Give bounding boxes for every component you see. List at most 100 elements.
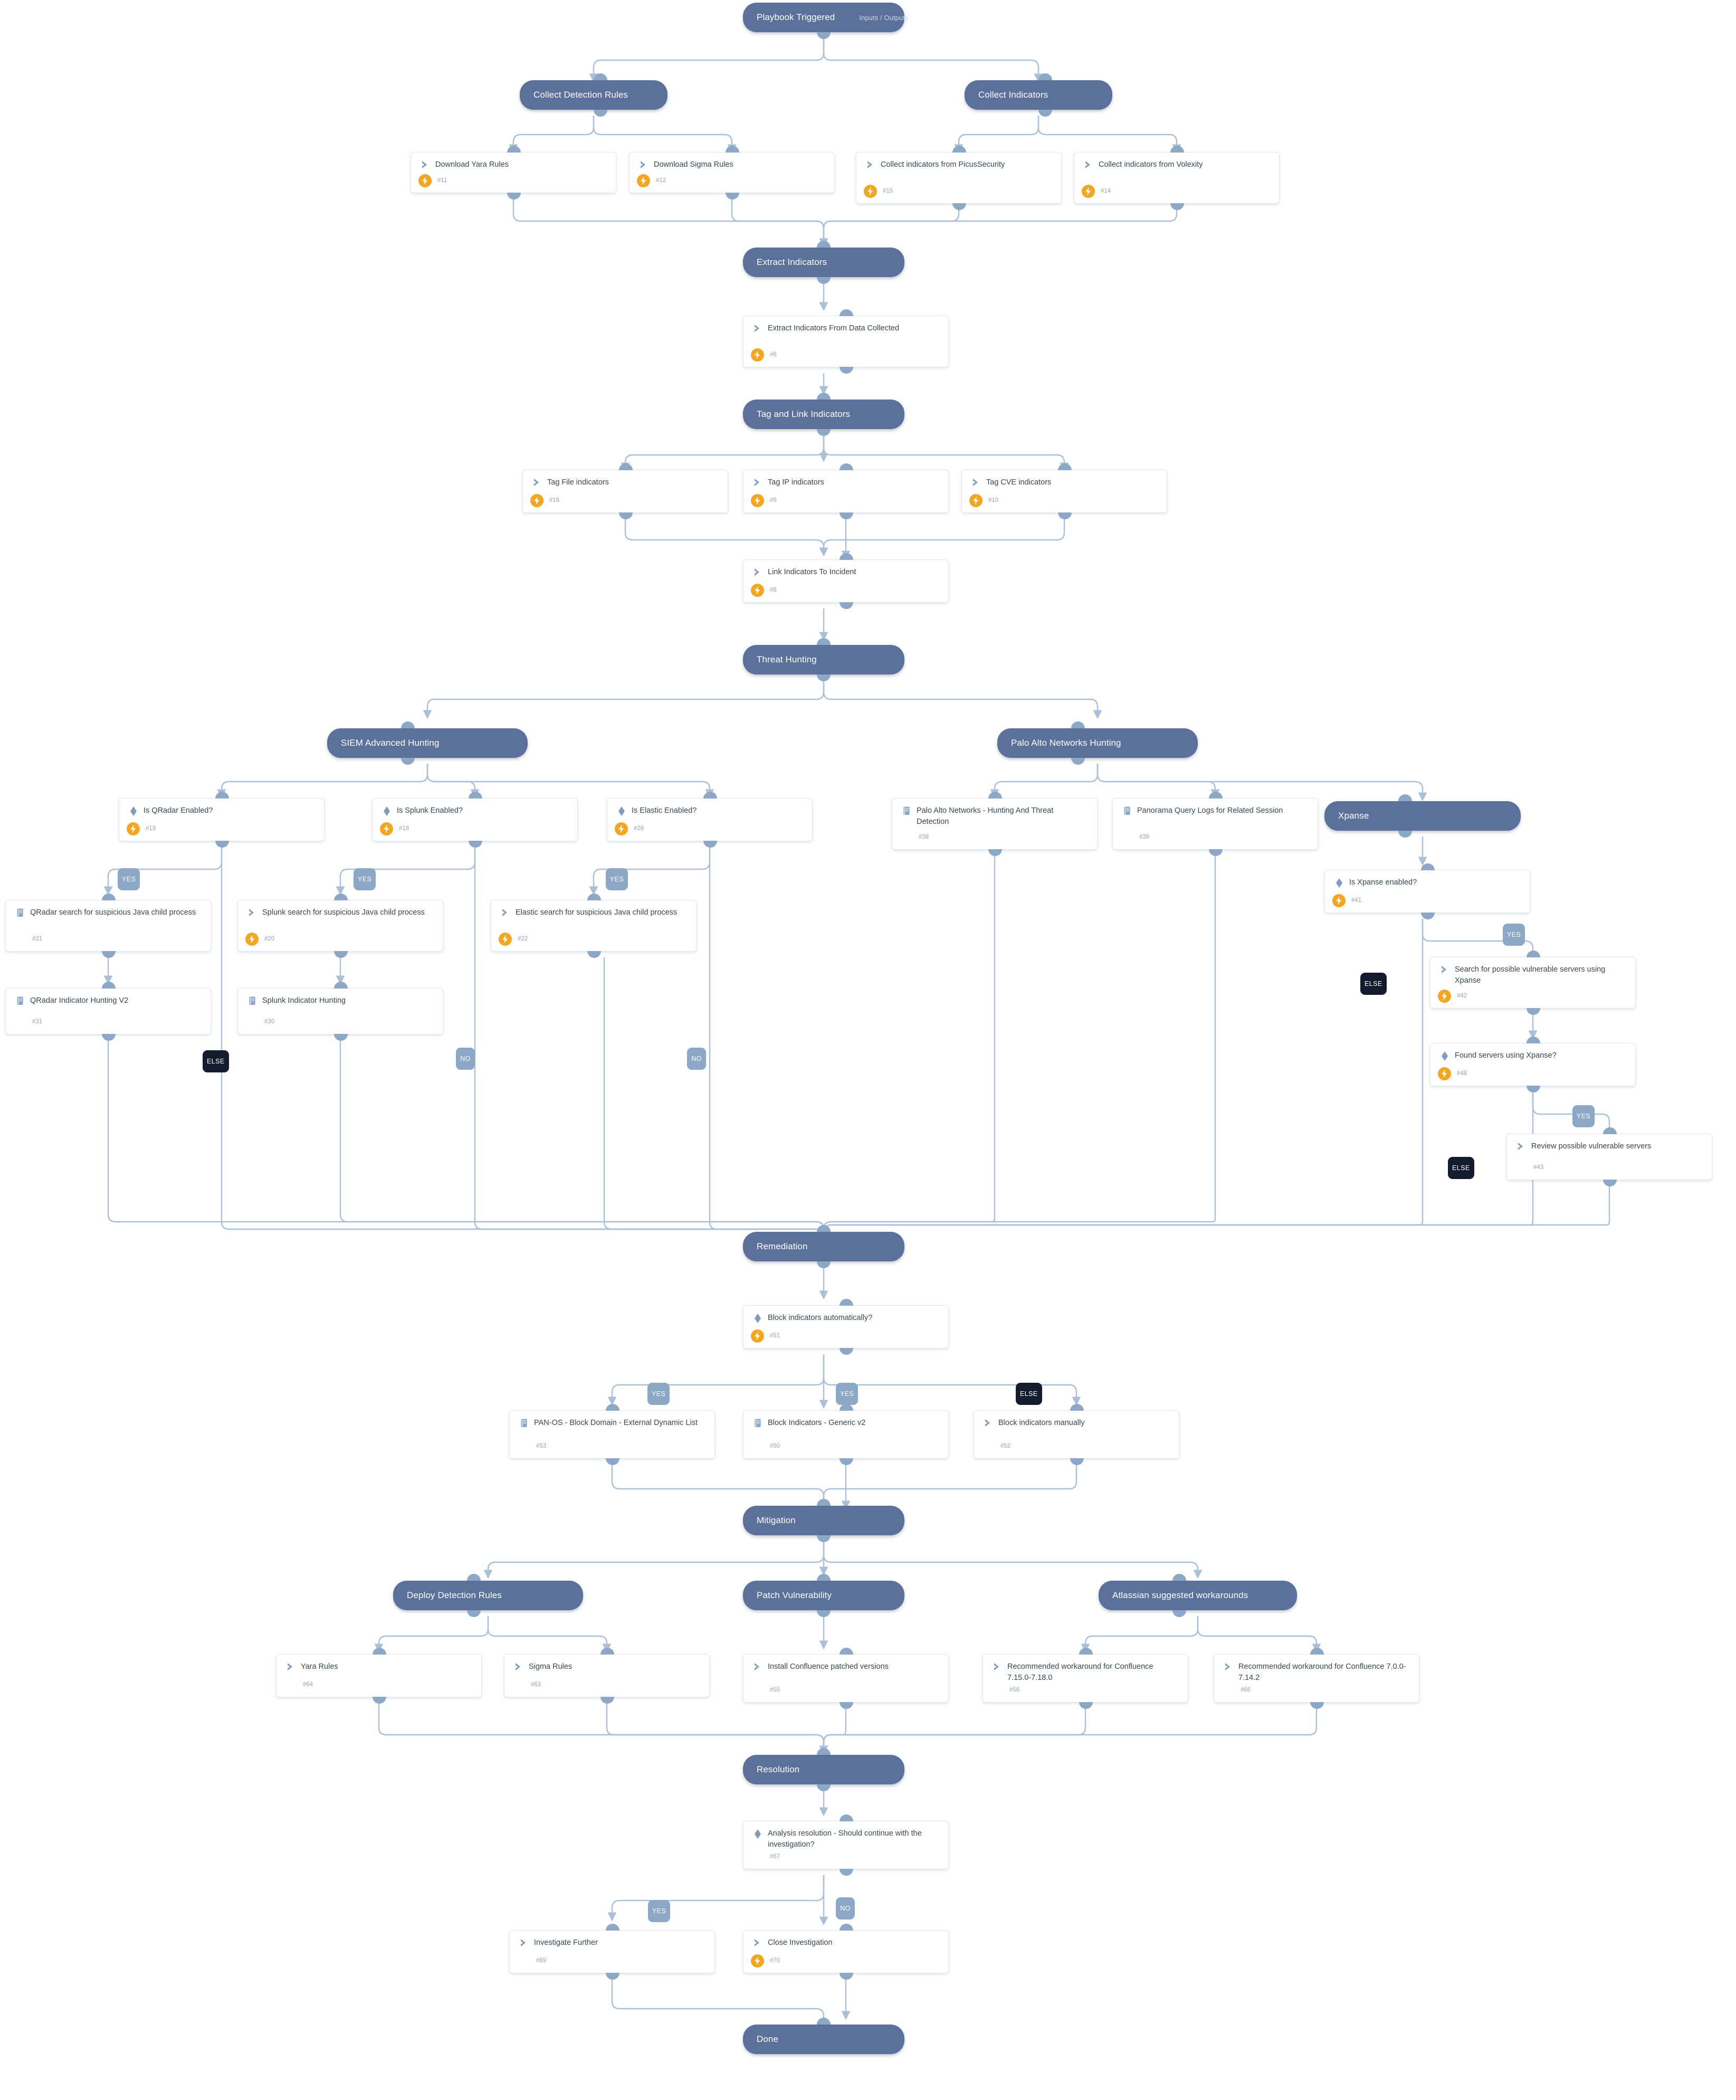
node-output-port[interactable] (1038, 110, 1052, 117)
node-output-port[interactable] (952, 203, 966, 210)
task-card[interactable]: Splunk Indicator Hunting #30 (237, 982, 443, 1041)
branch-label-no[interactable]: NO (456, 1048, 475, 1070)
node-input-port[interactable] (1170, 146, 1184, 153)
section-pill-resolution[interactable]: Resolution (743, 1748, 904, 1791)
node-input-port[interactable] (1172, 1574, 1186, 1581)
section-pill-threat[interactable]: Threat Hunting (743, 638, 904, 681)
node-output-port[interactable] (334, 1034, 348, 1041)
node-input-port[interactable] (215, 792, 229, 799)
node-output-port[interactable] (102, 1034, 116, 1041)
node-output-port[interactable] (1527, 1008, 1540, 1015)
node-input-port[interactable] (1527, 1037, 1540, 1043)
task-card[interactable]: Sigma Rules #63 (504, 1648, 710, 1704)
node-input-port[interactable] (817, 638, 831, 645)
node-output-port[interactable] (840, 1348, 853, 1355)
node-output-port[interactable] (507, 193, 521, 199)
task-card[interactable]: Block indicators manually #52 (974, 1404, 1179, 1465)
node-output-port[interactable] (988, 849, 1002, 856)
task-card[interactable]: Is QRadar Enabled? #19 (119, 792, 325, 848)
node-input-port[interactable] (334, 894, 348, 900)
branch-label-no[interactable]: NO (687, 1048, 706, 1070)
node-output-port[interactable] (817, 32, 831, 39)
branch-label-else[interactable]: ELSE (1360, 973, 1387, 995)
task-card[interactable]: Analysis resolution - Should continue wi… (743, 1814, 949, 1876)
branch-label-else[interactable]: ELSE (203, 1050, 229, 1072)
section-pill-tag_link[interactable]: Tag and Link Indicators (743, 393, 904, 436)
node-output-port[interactable] (587, 951, 601, 958)
node-output-port[interactable] (469, 841, 482, 848)
task-card[interactable]: Yara Rules #64 (276, 1648, 482, 1704)
node-output-port[interactable] (817, 277, 831, 284)
task-card[interactable]: Download Sigma Rules #12 (629, 146, 835, 199)
task-card[interactable]: Investigate Further #69 (509, 1924, 715, 1980)
node-input-port[interactable] (373, 1648, 386, 1655)
section-pill-collect_dr[interactable]: Collect Detection Rules (520, 73, 667, 117)
node-output-port[interactable] (1398, 831, 1412, 838)
node-output-port[interactable] (1527, 1086, 1540, 1092)
section-pill-trigger[interactable]: Playbook Triggered Inputs / Outputs (743, 3, 909, 39)
node-output-port[interactable] (817, 429, 831, 436)
task-card[interactable]: Elastic search for suspicious Java child… (491, 894, 697, 958)
task-card[interactable]: Download Yara Rules #11 (411, 146, 616, 199)
node-output-port[interactable] (1603, 1180, 1617, 1186)
section-pill-atlassian[interactable]: Atlassian suggested workarounds (1099, 1574, 1297, 1617)
node-output-port[interactable] (840, 512, 853, 519)
branch-label-yes[interactable]: YES (354, 868, 376, 890)
task-card[interactable]: Panorama Query Logs for Related Session #… (1112, 792, 1318, 856)
task-card[interactable]: Splunk search for suspicious Java child … (237, 894, 443, 958)
node-input-port[interactable] (594, 73, 607, 80)
node-output-port[interactable] (373, 1697, 386, 1704)
node-input-port[interactable] (1421, 863, 1435, 870)
node-output-port[interactable] (817, 1784, 831, 1791)
node-input-port[interactable] (1071, 721, 1085, 728)
node-input-port[interactable] (840, 1299, 853, 1306)
node-output-port[interactable] (840, 1702, 853, 1709)
node-output-port[interactable] (467, 1610, 481, 1617)
node-input-port[interactable] (817, 393, 831, 400)
node-input-port[interactable] (840, 1924, 853, 1931)
node-output-port[interactable] (1071, 758, 1085, 765)
node-output-port[interactable] (606, 1458, 619, 1465)
task-card[interactable]: QRadar Indicator Hunting V2 #31 (5, 982, 211, 1041)
task-card[interactable]: Is Xpanse enabled? #41 (1324, 863, 1530, 919)
node-output-port[interactable] (703, 841, 717, 848)
node-input-port[interactable] (817, 1748, 831, 1755)
task-card[interactable]: Recommended workaround for Confluence 7.… (983, 1648, 1188, 1709)
node-input-port[interactable] (507, 146, 521, 153)
node-input-port[interactable] (600, 1648, 614, 1655)
section-pill-extract[interactable]: Extract Indicators (743, 241, 904, 284)
task-card[interactable]: Is Elastic Enabled? #26 (607, 792, 813, 848)
node-input-port[interactable] (102, 894, 116, 900)
node-output-port[interactable] (840, 1973, 853, 1980)
branch-label-yes[interactable]: YES (606, 868, 628, 890)
node-input-port[interactable] (817, 1499, 831, 1506)
task-card[interactable]: Tag File indicators #16 (522, 463, 728, 519)
branch-label-yes[interactable]: YES (836, 1383, 859, 1405)
node-output-port[interactable] (600, 1697, 614, 1704)
node-input-port[interactable] (817, 2018, 831, 2025)
node-output-port[interactable] (606, 1973, 619, 1980)
branch-label-yes[interactable]: YES (118, 868, 140, 890)
task-card[interactable]: Close Investigation #70 (743, 1924, 949, 1980)
node-input-port[interactable] (1603, 1127, 1617, 1134)
node-output-port[interactable] (840, 1869, 853, 1876)
section-pill-siem[interactable]: SIEM Advanced Hunting (327, 721, 528, 765)
task-card[interactable]: Is Splunk Enabled? #18 (372, 792, 578, 848)
task-card[interactable]: Link Indicators To Incident #8 (743, 553, 949, 609)
node-output-port[interactable] (840, 367, 853, 374)
task-card[interactable]: Recommended workaround for Confluence 7.… (1214, 1648, 1419, 1709)
node-output-port[interactable] (401, 758, 415, 765)
node-output-port[interactable] (1070, 1458, 1084, 1465)
task-card[interactable]: QRadar search for suspicious Java child … (5, 894, 211, 958)
section-pill-pan[interactable]: Palo Alto Networks Hunting (997, 721, 1198, 765)
node-output-port[interactable] (1170, 203, 1184, 210)
task-card[interactable]: Found servers using Xpanse? #48 (1430, 1037, 1636, 1092)
node-input-port[interactable] (840, 1814, 853, 1821)
branch-label-no[interactable]: NO (836, 1897, 855, 1920)
branch-label-yes[interactable]: YES (1503, 924, 1525, 946)
task-card[interactable]: Install Confluence patched versions #55 (743, 1648, 949, 1709)
node-output-port[interactable] (817, 1261, 831, 1268)
node-input-port[interactable] (726, 146, 739, 153)
node-output-port[interactable] (840, 1458, 853, 1465)
task-card[interactable]: Collect indicators from PicusSecurity #15 (856, 146, 1062, 210)
